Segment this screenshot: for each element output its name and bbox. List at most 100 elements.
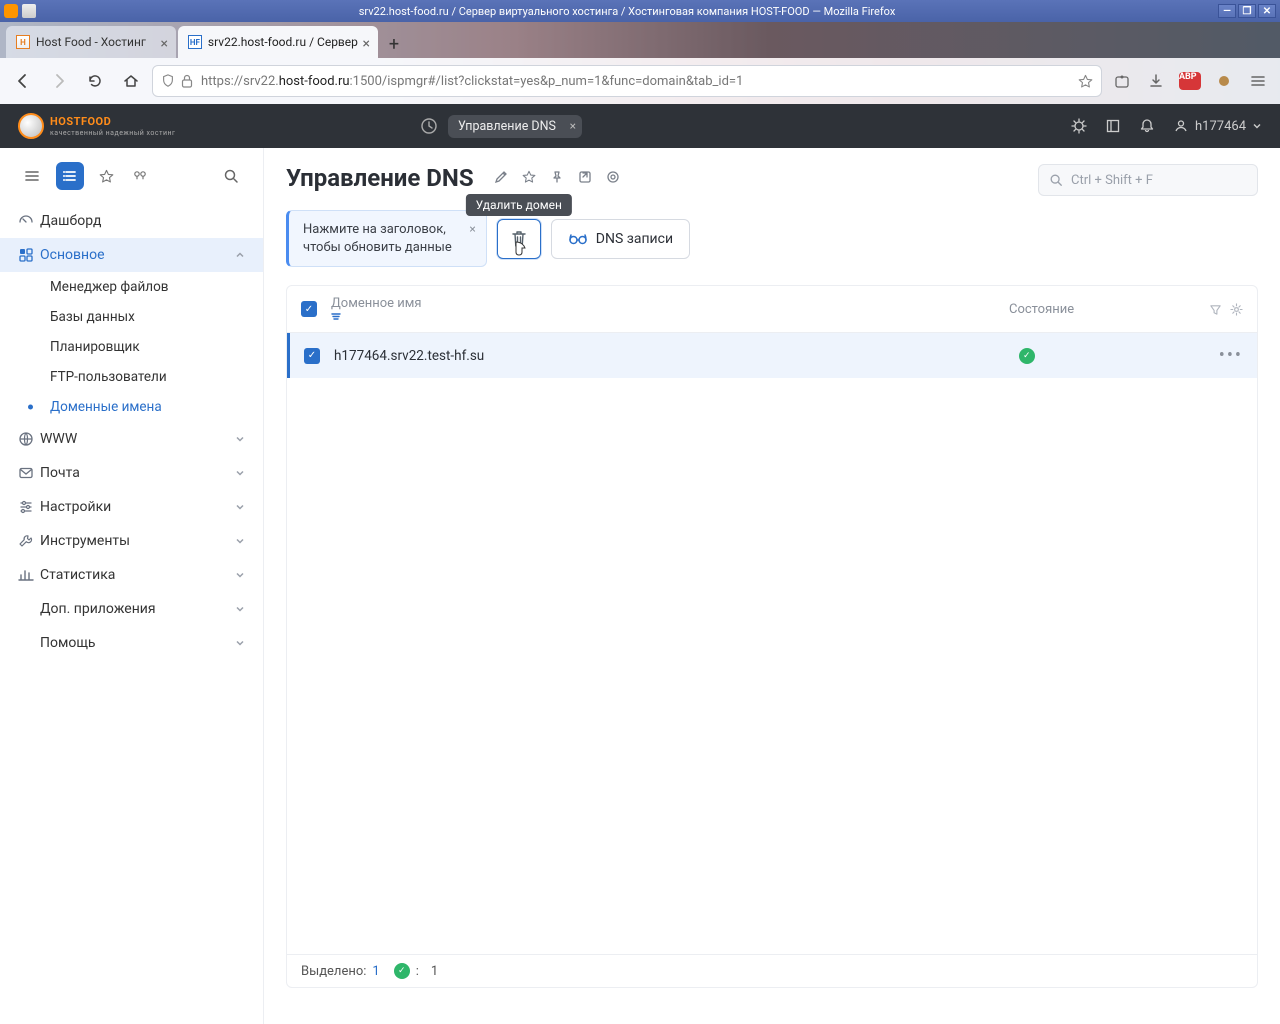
sidebar-toggle-icon[interactable]: [18, 162, 46, 190]
sidebar-item-db[interactable]: Базы данных: [0, 302, 263, 332]
sort-icon: [331, 311, 1009, 322]
sidebar-item-addons[interactable]: Доп. приложения: [0, 592, 263, 626]
sidebar-item-basic[interactable]: Основное: [0, 238, 263, 272]
glasses-icon: [568, 232, 588, 246]
sidebar-item-dashboard[interactable]: Дашборд: [0, 204, 263, 238]
extension-icon[interactable]: [1210, 67, 1238, 95]
basic-icon: [18, 247, 40, 263]
browser-tab-label: srv22.host-food.ru / Сервер: [208, 35, 358, 49]
win-maximize-button[interactable]: ❐: [1238, 4, 1256, 18]
globe-icon: [18, 431, 40, 447]
sidebar-search-icon[interactable]: [217, 162, 245, 190]
tab-close-icon[interactable]: ×: [160, 36, 167, 52]
os-titlebar: srv22.host-food.ru / Сервер виртуального…: [0, 0, 1280, 22]
theme-icon[interactable]: [1071, 118, 1087, 134]
url-input[interactable]: https://srv22.host-food.ru:1500/ispmgr#/…: [152, 65, 1102, 97]
chevron-down-icon: [235, 638, 245, 648]
chevron-down-icon: [235, 502, 245, 512]
sidebar-item-mail[interactable]: Почта: [0, 456, 263, 490]
column-state[interactable]: Состояние: [1009, 302, 1209, 317]
browser-tab-label: Host Food - Хостинг: [36, 35, 146, 49]
sidebar-item-settings[interactable]: Настройки: [0, 490, 263, 524]
help-icon[interactable]: [606, 170, 620, 184]
nav-back-button[interactable]: [8, 66, 38, 96]
browser-tab[interactable]: HF srv22.host-food.ru / Сервер ×: [178, 26, 378, 58]
content-area: Управление DNS Ctrl + Shift + F Нажмите …: [264, 148, 1280, 1024]
sidebar-item-stats[interactable]: Статистика: [0, 558, 263, 592]
resize-icon[interactable]: [1105, 118, 1121, 134]
sidebar-item-label: Дашборд: [40, 213, 101, 229]
favicon-icon: HF: [188, 35, 202, 49]
chevron-down-icon: [235, 434, 245, 444]
browser-tab[interactable]: H Host Food - Хостинг ×: [6, 26, 176, 58]
status-ok-icon: ✓: [394, 963, 410, 979]
history-icon[interactable]: [420, 117, 438, 135]
domain-table: ✓ Доменное имя Состояние ✓ h1: [286, 285, 1258, 988]
dns-records-button[interactable]: DNS записи: [551, 219, 690, 259]
hint-close-icon[interactable]: ×: [469, 221, 475, 237]
sidebar-item-scheduler[interactable]: Планировщик: [0, 332, 263, 362]
win-close-button[interactable]: ✕: [1258, 4, 1276, 18]
cursor-icon: [510, 240, 528, 260]
firefox-icon: [4, 4, 18, 18]
adblock-icon[interactable]: ABP: [1176, 67, 1204, 95]
shield-icon: [161, 74, 175, 88]
tab-close-icon[interactable]: ×: [362, 36, 369, 52]
colon: :: [416, 964, 419, 979]
bars-icon: [18, 567, 40, 583]
nav-forward-button[interactable]: [44, 66, 74, 96]
bookmark-star-icon[interactable]: [1078, 74, 1093, 89]
user-menu[interactable]: h177464: [1173, 118, 1262, 134]
chevron-down-icon: [235, 536, 245, 546]
chevron-down-icon: [235, 468, 245, 478]
list-view-icon[interactable]: [56, 162, 84, 190]
plugin-icon[interactable]: [128, 162, 152, 190]
downloads-icon[interactable]: [1142, 67, 1170, 95]
app-topbar: HOSTFOOD качественный надежный хостинг У…: [0, 104, 1280, 148]
row-menu-icon[interactable]: •••: [1219, 345, 1243, 366]
star-outline-icon[interactable]: [94, 162, 118, 190]
delete-domain-button[interactable]: Удалить домен: [497, 219, 541, 259]
sidebar-item-domains[interactable]: Доменные имена: [0, 392, 263, 422]
sidebar-item-label: Доп. приложения: [40, 601, 156, 617]
sidebar-item-www[interactable]: WWW: [0, 422, 263, 456]
search-input[interactable]: Ctrl + Shift + F: [1038, 164, 1258, 196]
cell-domain: h177464.srv22.test-hf.su: [334, 348, 1019, 364]
column-domain[interactable]: Доменное имя: [331, 296, 1009, 322]
title-toolbar: [494, 170, 620, 184]
gear-icon[interactable]: [1230, 303, 1243, 316]
win-minimize-button[interactable]: —: [1218, 4, 1236, 18]
os-window-title: srv22.host-food.ru / Сервер виртуального…: [36, 5, 1218, 18]
edit-icon[interactable]: [494, 170, 508, 184]
table-row[interactable]: ✓ h177464.srv22.test-hf.su ✓ •••: [287, 333, 1257, 378]
bell-icon[interactable]: [1139, 118, 1155, 134]
browser-toolbar: https://srv22.host-food.ru:1500/ispmgr#/…: [0, 58, 1280, 104]
sidebar-item-ftp[interactable]: FTP-пользователи: [0, 362, 263, 392]
button-label: DNS записи: [596, 231, 673, 247]
chevron-down-icon: [235, 604, 245, 614]
external-icon[interactable]: [578, 170, 592, 184]
pin-icon[interactable]: [550, 170, 564, 184]
sidebar-item-help[interactable]: Помощь: [0, 626, 263, 660]
app-tab-close-icon[interactable]: ×: [570, 119, 576, 133]
app-logo[interactable]: HOSTFOOD качественный надежный хостинг: [18, 113, 175, 139]
sidebar: Дашборд Основное Менеджер файлов Базы да…: [0, 148, 264, 1024]
sidebar-item-files[interactable]: Менеджер файлов: [0, 272, 263, 302]
select-all-checkbox[interactable]: ✓: [301, 301, 317, 317]
downloads-puzzle-icon[interactable]: [1108, 67, 1136, 95]
selected-count: 1: [372, 964, 379, 979]
row-checkbox[interactable]: ✓: [304, 348, 320, 364]
favicon-icon: H: [16, 35, 30, 49]
table-footer: Выделено: 1 ✓ : 1: [287, 954, 1257, 987]
filter-icon[interactable]: [1209, 303, 1222, 316]
star-icon[interactable]: [522, 170, 536, 184]
nav-reload-button[interactable]: [80, 66, 110, 96]
app-menu-button[interactable]: [1244, 67, 1272, 95]
sliders-icon: [18, 499, 40, 515]
sidebar-item-tools[interactable]: Инструменты: [0, 524, 263, 558]
nav-home-button[interactable]: [116, 66, 146, 96]
sidebar-item-label: Почта: [40, 465, 80, 481]
hint-line: Нажмите на заголовок,: [303, 222, 446, 237]
app-tab[interactable]: Управление DNS ×: [448, 115, 582, 138]
new-tab-button[interactable]: +: [380, 30, 408, 58]
